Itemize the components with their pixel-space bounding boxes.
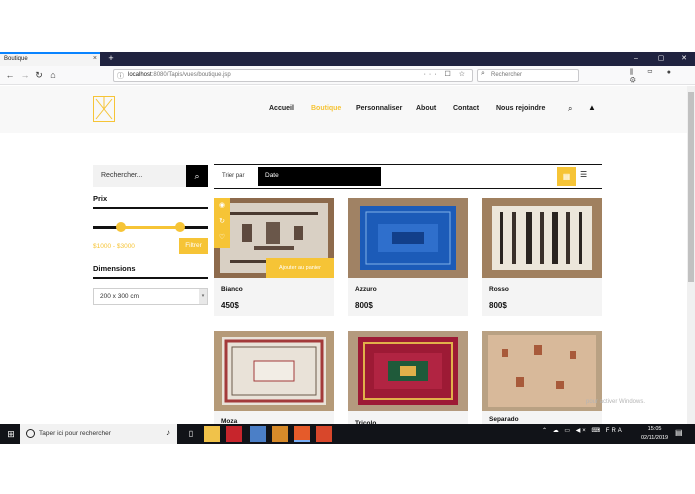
scrollbar-thumb[interactable] <box>688 92 694 282</box>
nav-about[interactable]: About <box>416 105 436 112</box>
task-view-icon[interactable]: ▯ <box>183 426 199 442</box>
product-price: 450$ <box>221 301 239 310</box>
search-icon: ⌕ <box>481 70 485 77</box>
product-image[interactable] <box>482 198 602 278</box>
price-slider-range <box>121 226 180 229</box>
chevron-down-icon: ▾ <box>199 289 207 304</box>
compare-icon[interactable]: ↻ <box>218 218 226 226</box>
sort-label: Trier par <box>222 173 245 179</box>
microphone-icon[interactable]: ♪ <box>166 428 170 437</box>
new-tab-button[interactable]: + <box>105 52 117 66</box>
divider <box>93 207 208 209</box>
product-card[interactable]: Rosso 800$ <box>482 198 602 316</box>
price-slider-max-handle[interactable] <box>175 222 185 232</box>
shop-search-input[interactable]: Rechercher... <box>93 165 186 187</box>
dimensions-value: 200 x 300 cm <box>100 293 140 300</box>
maximize-button[interactable]: ▢ <box>650 52 672 66</box>
top-blank-area <box>0 0 695 52</box>
price-range-label: $1000 - $3000 <box>93 243 135 250</box>
product-image[interactable] <box>348 198 468 278</box>
product-card[interactable]: Azzuro 800$ <box>348 198 468 316</box>
logo-icon[interactable] <box>93 96 115 122</box>
app-icon[interactable] <box>272 426 288 442</box>
forward-icon[interactable]: → <box>18 68 32 82</box>
start-icon[interactable]: ⊞ <box>3 424 19 444</box>
reload-icon[interactable]: ↻ <box>32 68 46 82</box>
firefox-icon[interactable] <box>294 426 310 442</box>
sort-select[interactable]: Date <box>258 167 381 186</box>
clock-time: 15:05 <box>647 426 662 432</box>
app-icon[interactable] <box>316 426 332 442</box>
minimize-button[interactable]: – <box>625 52 647 66</box>
cart-icon[interactable]: ▲ <box>588 103 596 112</box>
add-to-cart-button[interactable]: Ajouter au panier <box>266 258 334 278</box>
dimensions-title: Dimensions <box>93 264 136 273</box>
price-slider-min-handle[interactable] <box>116 222 126 232</box>
page-actions-icons[interactable]: ··· ☐ ☆ <box>424 70 468 78</box>
shop-search-button[interactable]: ⌕ <box>186 165 208 187</box>
tab-close-icon[interactable]: × <box>93 55 97 62</box>
nav-boutique[interactable]: Boutique <box>311 105 341 112</box>
url-path: :8080/Tapis/vues/boutique.jsp <box>151 72 231 78</box>
filter-button[interactable]: Filtrer <box>179 238 208 254</box>
product-image[interactable] <box>214 331 334 411</box>
tab-boutique[interactable]: Boutique × <box>0 52 100 66</box>
product-image[interactable] <box>348 331 468 411</box>
product-price: 800$ <box>355 301 373 310</box>
clock[interactable]: 15:05 02/11/2019 <box>641 425 668 443</box>
divider <box>93 277 208 279</box>
activate-windows-watermark: pour activer Windows. <box>586 399 646 405</box>
dimensions-select[interactable]: 200 x 300 cm ▾ <box>93 288 208 305</box>
product-card[interactable]: Bianco 450$ <box>214 198 334 316</box>
system-tray[interactable]: ⌃ ☁ ▭ ◀× ⌨ FRA <box>542 427 624 434</box>
product-name[interactable]: Separado <box>489 416 519 423</box>
product-name[interactable]: Bianco <box>221 286 243 293</box>
app-icon[interactable] <box>226 426 242 442</box>
back-icon[interactable]: ← <box>3 68 17 82</box>
product-card[interactable]: Moza <box>214 331 334 425</box>
grid-view-icon[interactable]: ▦ <box>557 167 576 186</box>
url-host: localhost <box>128 72 152 78</box>
tab-title: Boutique <box>4 56 28 62</box>
product-name[interactable]: Azzuro <box>355 286 377 293</box>
nav-nous-rejoindre[interactable]: Nous rejoindre <box>496 105 545 112</box>
product-image[interactable] <box>482 331 602 411</box>
file-explorer-icon[interactable] <box>204 426 220 442</box>
wishlist-icon[interactable]: ♡ <box>218 234 226 242</box>
price-title: Prix <box>93 194 108 203</box>
product-price: 800$ <box>489 301 507 310</box>
close-window-button[interactable]: ✕ <box>673 52 695 66</box>
browser-search-field[interactable]: ⌕ Rechercher <box>477 69 579 82</box>
taskbar-search-placeholder: Taper ici pour rechercher <box>39 430 111 437</box>
browser-search-placeholder: Rechercher <box>491 72 523 78</box>
url-bar[interactable]: ⓘ localhost:8080/Tapis/vues/boutique.jsp… <box>113 69 473 82</box>
nav-accueil[interactable]: Accueil <box>269 105 294 112</box>
nav-contact[interactable]: Contact <box>453 105 479 112</box>
nav-personnaliser[interactable]: Personnaliser <box>356 105 402 112</box>
product-name[interactable]: Rosso <box>489 286 509 293</box>
list-view-icon[interactable]: ☰ <box>580 170 587 179</box>
home-icon[interactable]: ⌂ <box>46 68 60 82</box>
cortana-icon <box>26 429 35 438</box>
header-search-icon[interactable]: ⌕ <box>568 104 572 114</box>
bottom-blank-area <box>0 444 695 494</box>
info-icon[interactable]: ⓘ <box>117 71 124 81</box>
toolbar-icons[interactable]: ⫼ ▭ ● ⚙ <box>630 69 695 85</box>
notification-icon[interactable]: ▤ <box>675 428 683 437</box>
app-icon[interactable] <box>250 426 266 442</box>
product-card[interactable]: Separado <box>482 331 602 424</box>
clock-date: 02/11/2019 <box>641 435 669 441</box>
taskbar-search[interactable]: Taper ici pour rechercher ♪ <box>20 424 177 444</box>
product-card[interactable]: Tricolo <box>348 331 468 427</box>
view-icon[interactable]: ◉ <box>218 202 226 210</box>
